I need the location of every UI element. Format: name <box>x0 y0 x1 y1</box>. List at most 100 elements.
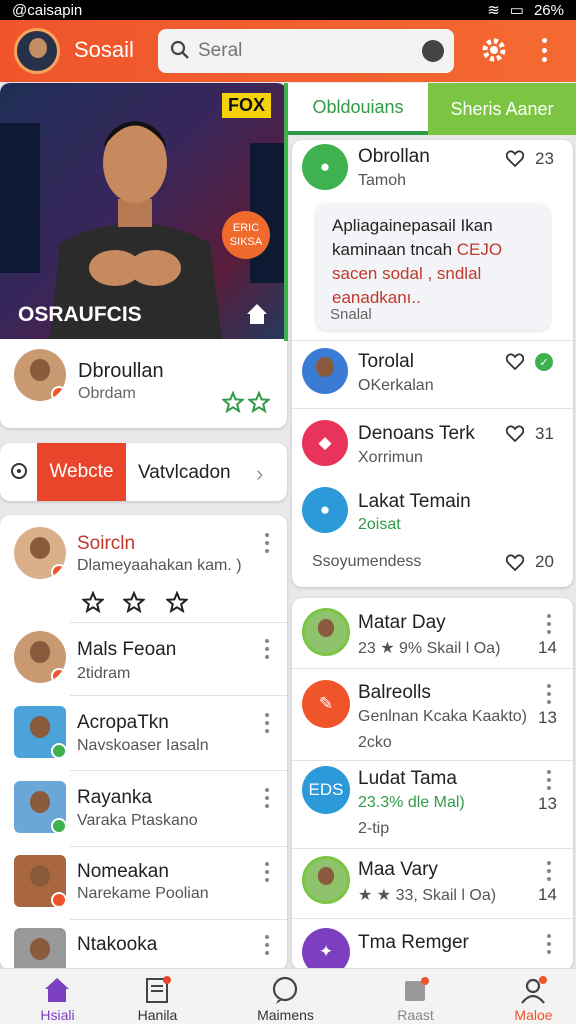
heart-icon[interactable] <box>506 150 524 167</box>
like-count: 20 <box>535 552 554 571</box>
more-icon[interactable] <box>265 788 271 808</box>
item-title: Nomeakan <box>77 861 169 882</box>
nav-list[interactable]: Hanila <box>100 969 215 1024</box>
divider <box>70 770 287 771</box>
divider <box>292 760 573 761</box>
avatar <box>14 781 66 833</box>
divider <box>292 668 573 669</box>
nav-messages[interactable]: Maimens <box>228 969 343 1024</box>
right-list: Matar Day 23 ★ 9% Skail l Oa) 14 ✎ Balre… <box>292 598 573 970</box>
left-list: Soircln Dlameyaahakan kam. ) Mals Feoan … <box>0 515 287 970</box>
search-input[interactable] <box>198 37 398 65</box>
item-count: 13 <box>538 708 557 727</box>
overflow-menu-icon[interactable] <box>534 34 554 66</box>
item-subtitle: ★ ★ 33, Skail l Oa) <box>358 887 497 904</box>
more-icon[interactable] <box>265 533 271 553</box>
profile-avatar[interactable] <box>14 349 66 401</box>
item-title: Balreolls <box>358 682 431 703</box>
receipt-icon <box>146 976 171 1003</box>
message-highlight: CEJO <box>456 240 503 259</box>
star-icon[interactable] <box>123 591 145 613</box>
more-icon[interactable] <box>547 934 553 954</box>
item-subtitle: Genlnan Kcaka Kaakto) <box>358 708 527 725</box>
more-icon[interactable] <box>265 935 271 955</box>
gear-icon[interactable] <box>478 34 510 66</box>
chat-icon: ● <box>302 144 348 190</box>
divider <box>292 918 573 919</box>
item-subtitle: 23 ★ 9% Skail l Oa) <box>358 640 501 657</box>
search-box[interactable] <box>158 29 454 73</box>
more-icon[interactable] <box>547 770 553 790</box>
heart-icon[interactable] <box>506 554 524 571</box>
bottom-nav: Hsiali Hanila Maimens Raast Maloe <box>0 968 576 1024</box>
more-icon[interactable] <box>265 862 271 882</box>
user-group-icon: ● <box>302 487 348 533</box>
home-icon[interactable] <box>244 301 270 327</box>
more-icon[interactable] <box>547 861 553 881</box>
home-icon <box>45 978 69 1002</box>
more-icon[interactable] <box>265 713 271 733</box>
more-icon[interactable] <box>547 614 553 634</box>
user-avatar[interactable] <box>14 28 60 74</box>
nav-label: Hanila <box>137 1007 178 1023</box>
profile-name: Dbroullan <box>78 360 164 382</box>
item-subtitle: 2tidram <box>77 665 131 682</box>
item-title: Maa Vary <box>358 859 438 880</box>
divider <box>70 622 287 623</box>
website-label: Vatvlcadon <box>138 462 231 483</box>
folder-icon <box>405 977 429 1001</box>
divider <box>70 919 287 920</box>
tab-primary[interactable]: Obldouians <box>288 83 428 135</box>
star-icon[interactable] <box>222 391 244 413</box>
item-subtitle: 23.3% dle Mal) <box>358 794 465 811</box>
website-row[interactable]: Webcte Vatvlcadon › <box>0 443 287 501</box>
chat-bubble-icon: ◆ <box>302 420 348 466</box>
nav-home[interactable]: Hsiali <box>0 969 115 1024</box>
item-title: Ntakooka <box>77 934 158 955</box>
nav-label: Hsiali <box>40 1007 75 1023</box>
message-line: sacen sodal , sndlal <box>332 264 482 283</box>
heart-icon[interactable] <box>506 353 524 370</box>
message-line: kaminaan tncah CEJO <box>332 240 502 260</box>
item-title: Matar Day <box>358 612 446 633</box>
item-title: Obrollan <box>358 146 430 167</box>
item-subtitle: Navskoaser Iasaln <box>77 737 209 754</box>
nav-files[interactable]: Raast <box>358 969 473 1024</box>
featured-card[interactable]: FOX ERIC SIKSA OSRAUFCIS Dbroullan Obrda… <box>0 83 287 428</box>
location-pin-icon <box>11 463 27 479</box>
item-title: Mals Feoan <box>77 639 177 660</box>
item-subtitle: Varaka Ptaskano <box>77 812 198 829</box>
divider <box>292 408 573 409</box>
avatar[interactable] <box>302 348 348 394</box>
item-title: Lakat Temain <box>358 491 471 512</box>
star-icon[interactable] <box>166 591 188 613</box>
person-icon <box>521 976 547 1004</box>
avatar <box>302 608 350 656</box>
star-icon[interactable] <box>248 391 270 413</box>
camera-icon[interactable] <box>422 40 444 62</box>
item-title: Tma Remger <box>358 932 469 953</box>
item-title: Rayanka <box>77 787 152 808</box>
item-title: Soircln <box>77 533 136 554</box>
heart-icon[interactable] <box>506 425 524 442</box>
item-title: Denoans Terk <box>358 423 475 444</box>
check-icon: ✓ <box>535 353 553 371</box>
star-icon[interactable] <box>82 591 104 613</box>
item-title: AcropaTkn <box>77 712 169 733</box>
chevron-right-icon[interactable]: › <box>256 461 263 487</box>
item-title: Ludat Tama <box>358 768 457 789</box>
nav-label: Maloe <box>514 1007 553 1023</box>
chat-icon <box>272 976 298 1004</box>
nav-profile[interactable]: Maloe <box>476 969 576 1024</box>
item-meta: 2-tip <box>358 820 390 837</box>
website-button[interactable]: Webcte <box>37 443 126 501</box>
profile-subtitle: Obrdam <box>78 385 136 402</box>
avatar <box>14 527 66 579</box>
tab-secondary[interactable]: Sheris Aaner <box>428 83 576 135</box>
item-meta: 2cko <box>358 734 392 751</box>
avatar <box>14 855 66 907</box>
more-icon[interactable] <box>265 639 271 659</box>
more-icon[interactable] <box>547 684 553 704</box>
message-meta: Snalal <box>330 306 372 323</box>
divider <box>292 340 573 341</box>
